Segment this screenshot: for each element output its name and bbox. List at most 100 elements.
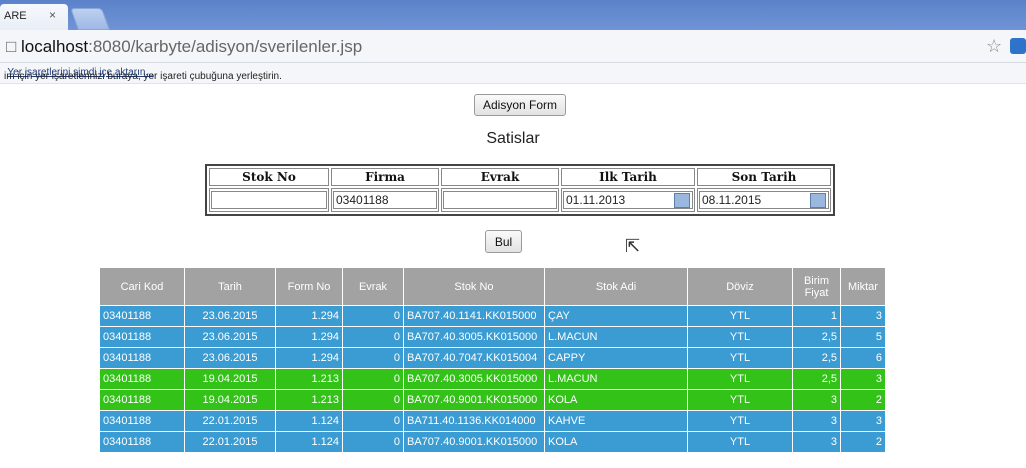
cell-cari-kod: 03401188 [100,411,184,431]
firma-input[interactable]: 03401188 [333,191,437,209]
cell-stok-adi: KOLA [545,432,687,452]
cell-form-no: 1.294 [276,306,342,326]
col-tarih[interactable]: Tarih [185,268,275,305]
cell-stok-adi: KOLA [545,390,687,410]
evrak-input[interactable] [443,191,557,209]
cell-stok-no: BA707.40.3005.KK015000 [404,369,544,389]
cell-evrak: 0 [343,432,403,452]
cell-birim-fiyat: 1 [793,306,840,326]
cell-evrak: 0 [343,411,403,431]
cell-tarih: 19.04.2015 [185,390,275,410]
cell-birim-fiyat: 3 [793,390,840,410]
table-row[interactable]: 03401188 23.06.2015 1.294 0 BA707.40.3005.KK… [100,327,885,347]
cell-stok-no: BA707.40.3005.KK015000 [404,327,544,347]
bookmarks-bar-message: im için yer işaretlerinizi buraya, yer i… [2,67,282,82]
table-row[interactable]: 03401188 19.04.2015 1.213 0 BA707.40.3005.KK… [100,369,885,389]
filter-form: Stok No Firma Evrak Ilk Tarih Son Tarih … [205,164,835,216]
ilk-tarih-input[interactable]: 01.11.2013 [563,191,693,209]
ilk-tarih-value: 01.11.2013 [566,193,626,207]
filter-header-son-tarih: Son Tarih [697,168,831,186]
cell-tarih: 23.06.2015 [185,348,275,368]
filter-header-evrak: Evrak [441,168,559,186]
stok-no-input[interactable] [211,191,327,209]
cell-stok-no: BA707.40.7047.KK015004 [404,348,544,368]
filter-header-firma: Firma [331,168,439,186]
col-evrak[interactable]: Evrak [343,268,403,305]
cell-miktar: 3 [841,411,885,431]
cell-form-no: 1.213 [276,390,342,410]
cell-miktar: 5 [841,327,885,347]
cell-stok-adi: L.MACUN [545,327,687,347]
cell-doviz: YTL [688,432,792,452]
cell-stok-adi: ÇAY [545,306,687,326]
cell-form-no: 1.294 [276,348,342,368]
cell-doviz: YTL [688,369,792,389]
cell-miktar: 2 [841,432,885,452]
table-row[interactable]: 03401188 22.01.2015 1.124 0 BA711.40.1136.KK… [100,411,885,431]
calendar-icon[interactable] [674,193,690,208]
filter-header-stok-no: Stok No [209,168,329,186]
col-form-no[interactable]: Form No [276,268,342,305]
calendar-icon[interactable] [810,193,826,208]
cell-stok-adi: KAHVE [545,411,687,431]
table-row[interactable]: 03401188 23.06.2015 1.294 0 BA707.40.1141.KK… [100,306,885,326]
cell-miktar: 3 [841,306,885,326]
cell-miktar: 3 [841,369,885,389]
son-tarih-input[interactable]: 08.11.2015 [699,191,829,209]
browser-tab-strip: ARE × [0,0,1026,30]
cell-stok-no: BA707.40.9001.KK015000 [404,432,544,452]
bookmarks-hint: im için yer işaretlerinizi buraya, yer i… [4,71,282,82]
page-title: Satislar [486,130,540,147]
cell-tarih: 22.01.2015 [185,432,275,452]
filter-header-ilk-tarih: Ilk Tarih [561,168,695,186]
cell-birim-fiyat: 2,5 [793,327,840,347]
cell-form-no: 1.124 [276,432,342,452]
new-tab-button[interactable] [69,8,111,30]
extension-icon[interactable] [1010,38,1026,54]
cell-doviz: YTL [688,411,792,431]
url-host: localhost [21,37,89,56]
cell-stok-no: BA711.40.1136.KK014000 [404,411,544,431]
close-tab-icon[interactable]: × [49,8,56,22]
cell-evrak: 0 [343,390,403,410]
cell-stok-no: BA707.40.1141.KK015000 [404,306,544,326]
cell-birim-fiyat: 2,5 [793,369,840,389]
search-button[interactable]: Bul [485,230,522,253]
cell-tarih: 19.04.2015 [185,369,275,389]
browser-tab[interactable]: ARE × [0,4,68,30]
cell-form-no: 1.294 [276,327,342,347]
cell-doviz: YTL [688,348,792,368]
cell-doviz: YTL [688,306,792,326]
cell-birim-fiyat: 3 [793,411,840,431]
page-icon: □ [6,37,21,56]
cell-birim-fiyat: 2,5 [793,348,840,368]
col-doviz[interactable]: Döviz [688,268,792,305]
cell-evrak: 0 [343,306,403,326]
adisyon-form-button[interactable]: Adisyon Form [474,94,566,116]
cell-cari-kod: 03401188 [100,348,184,368]
address-bar[interactable]: □ localhost:8080/karbyte/adisyon/sverile… [0,30,1026,63]
col-birim-fiyat[interactable]: Birim Fiyat [793,268,840,305]
url-text[interactable]: □ localhost:8080/karbyte/adisyon/sverile… [6,37,362,57]
table-row[interactable]: 03401188 22.01.2015 1.124 0 BA707.40.9001.KK… [100,432,885,452]
table-row[interactable]: 03401188 19.04.2015 1.213 0 BA707.40.9001.KK… [100,390,885,410]
bookmark-star-icon[interactable]: ☆ [986,36,1002,57]
col-cari-kod[interactable]: Cari Kod [100,268,184,305]
col-miktar[interactable]: Miktar [841,268,885,305]
cell-cari-kod: 03401188 [100,432,184,452]
url-path: :8080/karbyte/adisyon/sverilenler.jsp [88,37,363,56]
col-stok-no[interactable]: Stok No [404,268,544,305]
cell-cari-kod: 03401188 [100,390,184,410]
cell-tarih: 23.06.2015 [185,327,275,347]
cell-evrak: 0 [343,348,403,368]
sales-table: Cari Kod Tarih Form No Evrak Stok No Sto… [99,267,886,453]
cell-tarih: 23.06.2015 [185,306,275,326]
son-tarih-value: 08.11.2015 [702,193,762,207]
table-row[interactable]: 03401188 23.06.2015 1.294 0 BA707.40.7047.KK… [100,348,885,368]
col-stok-adi[interactable]: Stok Adi [545,268,687,305]
mouse-cursor-icon: ⇱ [625,236,641,256]
cell-miktar: 2 [841,390,885,410]
cell-doviz: YTL [688,327,792,347]
cell-stok-adi: L.MACUN [545,369,687,389]
cell-miktar: 6 [841,348,885,368]
